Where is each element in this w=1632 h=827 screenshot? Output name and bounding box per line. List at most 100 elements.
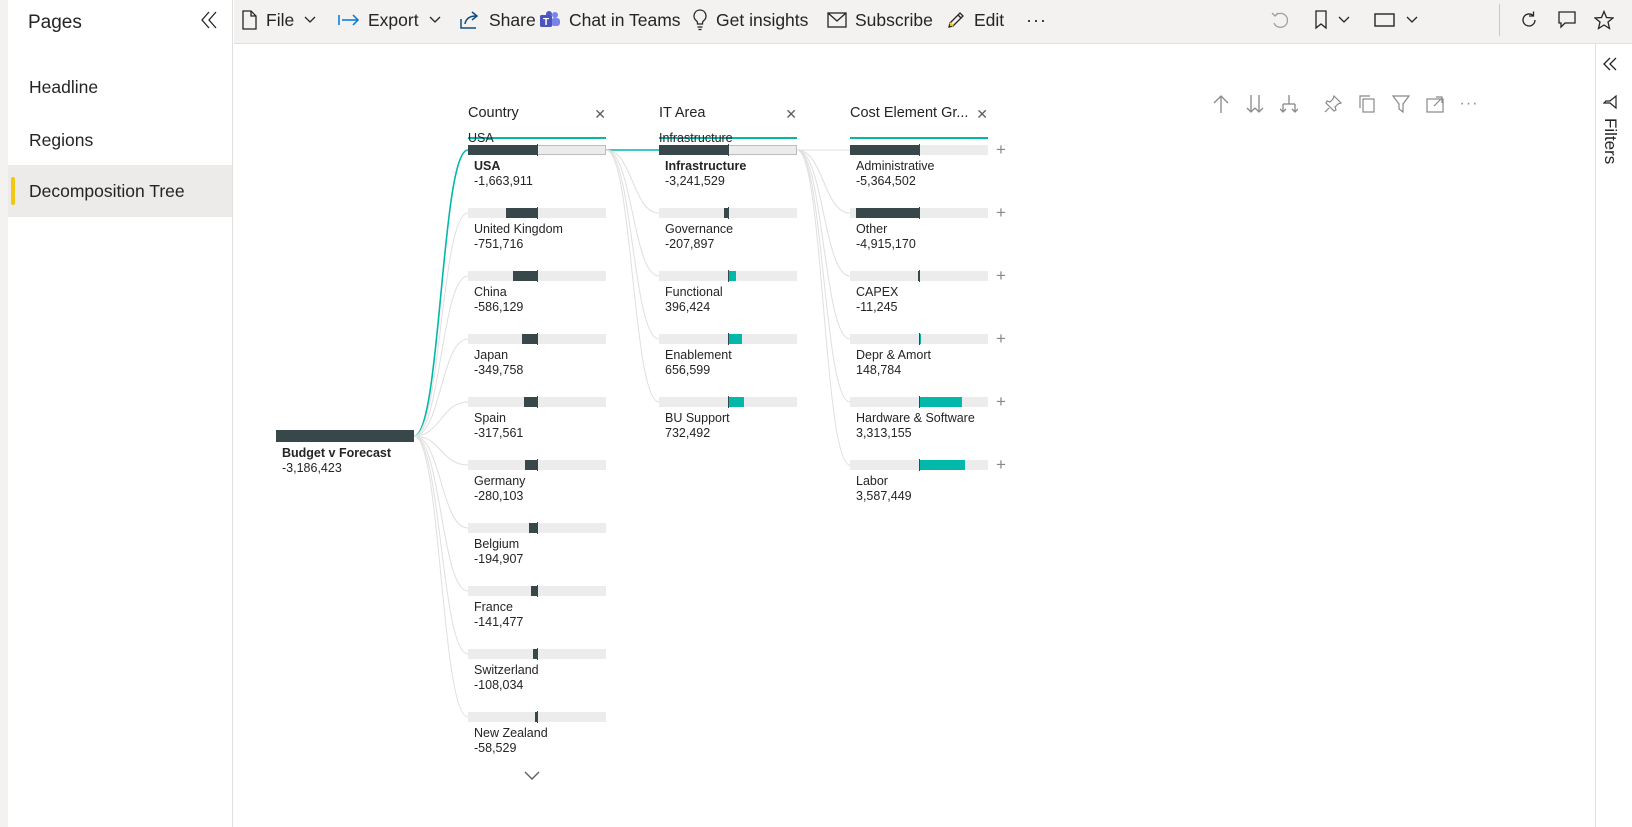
- teams-icon: T: [540, 11, 560, 28]
- show-more-chevron-button[interactable]: [524, 768, 540, 786]
- connector-line: [413, 212, 469, 437]
- chevron-down-icon: [524, 771, 540, 780]
- subscribe-button[interactable]: Subscribe: [827, 0, 933, 40]
- expand-node-plus-icon[interactable]: +: [996, 141, 1006, 158]
- toolbar: File Export Share T Chat in Teams Get in…: [234, 0, 1632, 44]
- node-name: Japan: [474, 348, 509, 362]
- page-tab-headline[interactable]: Headline: [8, 61, 232, 113]
- refresh-button[interactable]: [1519, 0, 1539, 40]
- node-value: -3,241,529: [665, 174, 725, 188]
- expand-node-plus-icon[interactable]: +: [996, 267, 1006, 284]
- chevron-down-icon: [304, 16, 316, 23]
- node-bar: [525, 460, 537, 470]
- level-selected-value: Infrastructure: [659, 131, 733, 145]
- close-icon[interactable]: ✕: [785, 106, 797, 122]
- node-value: -751,716: [474, 237, 524, 251]
- node-name: France: [474, 600, 513, 614]
- mail-icon: [827, 12, 847, 28]
- undo-icon: [1271, 12, 1289, 28]
- level-title: Cost Element Gr...: [850, 105, 969, 121]
- expand-node-plus-icon[interactable]: +: [996, 456, 1006, 473]
- more-options-label: ···: [1026, 9, 1047, 30]
- connector-line: [413, 435, 469, 466]
- collapse-pages-button[interactable]: [194, 6, 224, 34]
- level-title: IT Area: [659, 105, 706, 121]
- level-selected-value: USA: [468, 131, 494, 145]
- node-zero-axis: [728, 396, 729, 408]
- pages-pane: Pages Headline Regions Decomposition Tre…: [0, 0, 233, 827]
- view-menu[interactable]: [1374, 0, 1418, 40]
- node-name: Other: [856, 222, 888, 236]
- share-button[interactable]: Share: [459, 0, 536, 40]
- refresh-icon: [1522, 11, 1536, 27]
- page-tab-regions[interactable]: Regions: [8, 114, 232, 166]
- edit-button[interactable]: Edit: [946, 0, 1004, 40]
- node-value: -141,477: [474, 615, 524, 629]
- connector-line: [605, 149, 660, 340]
- filters-label[interactable]: Filters: [1600, 118, 1620, 164]
- node-name: Spain: [474, 411, 506, 425]
- node-zero-axis: [728, 207, 729, 219]
- node-bar: [919, 397, 962, 407]
- connector-line: [413, 149, 469, 437]
- star-icon: [1594, 10, 1614, 30]
- node-name: Belgium: [474, 537, 520, 551]
- node-zero-axis: [537, 711, 538, 723]
- get-insights-button[interactable]: Get insights: [692, 0, 808, 40]
- node-zero-axis: [919, 333, 920, 345]
- edit-label: Edit: [974, 9, 1005, 30]
- file-icon: [242, 10, 257, 30]
- undo-button[interactable]: [1270, 0, 1290, 40]
- decomposition-tree-visual: ··· Country ✕ USA IT Area ✕ Infrastructu…: [234, 44, 1595, 827]
- node-zero-axis: [537, 648, 538, 660]
- node-zero-axis: [537, 333, 538, 345]
- node-name: BU Support: [665, 411, 730, 425]
- node-zero-axis: [919, 270, 920, 282]
- level-header-cost-element-group[interactable]: Cost Element Gr... ✕: [850, 105, 988, 139]
- connector-line: [796, 149, 851, 466]
- expand-node-plus-icon[interactable]: +: [996, 393, 1006, 410]
- connector-line: [413, 435, 469, 592]
- node-zero-axis: [728, 333, 729, 345]
- node-name: Germany: [474, 474, 526, 488]
- chat-in-teams-button[interactable]: T Chat in Teams: [539, 0, 681, 40]
- lightbulb-icon: [693, 9, 707, 31]
- page-tab-decomposition-tree[interactable]: Decomposition Tree: [8, 165, 232, 217]
- node-value: -317,561: [474, 426, 524, 440]
- get-insights-label: Get insights: [716, 9, 809, 30]
- connector-line: [796, 149, 851, 403]
- node-bar: [850, 145, 919, 155]
- close-icon[interactable]: ✕: [594, 106, 606, 122]
- expand-filters-button[interactable]: [1602, 56, 1618, 77]
- file-label: File: [266, 9, 295, 30]
- expand-node-plus-icon[interactable]: +: [996, 330, 1006, 347]
- close-icon[interactable]: ✕: [976, 106, 988, 122]
- node-bar: [919, 460, 965, 470]
- connector-line: [413, 435, 469, 655]
- node-name: Labor: [856, 474, 888, 488]
- node-value: -1,663,911: [474, 174, 533, 188]
- node-zero-axis: [537, 522, 538, 534]
- node-name: Enablement: [665, 348, 732, 362]
- node-bar: [728, 271, 736, 281]
- export-menu[interactable]: Export: [338, 0, 441, 40]
- node-bar: [524, 397, 537, 407]
- node-zero-axis: [537, 585, 538, 597]
- node-bar: [468, 145, 537, 155]
- more-options-button[interactable]: ···: [1026, 0, 1047, 40]
- connector-line: [605, 149, 660, 277]
- root-value: -3,186,423: [282, 461, 342, 475]
- pencil-icon: [948, 12, 964, 28]
- file-menu[interactable]: File: [240, 0, 316, 40]
- node-name: USA: [474, 159, 501, 173]
- comments-button[interactable]: [1557, 0, 1577, 40]
- expand-node-plus-icon[interactable]: +: [996, 204, 1006, 221]
- view-rectangle-icon: [1374, 13, 1395, 27]
- favorite-button[interactable]: [1594, 0, 1614, 40]
- node-bar: [513, 271, 537, 281]
- node-value: -349,758: [474, 363, 524, 377]
- node-value: 732,492: [665, 426, 711, 440]
- bookmarks-menu[interactable]: [1314, 0, 1350, 40]
- pane-edge: [0, 0, 8, 827]
- node-value: 3,313,155: [856, 426, 912, 440]
